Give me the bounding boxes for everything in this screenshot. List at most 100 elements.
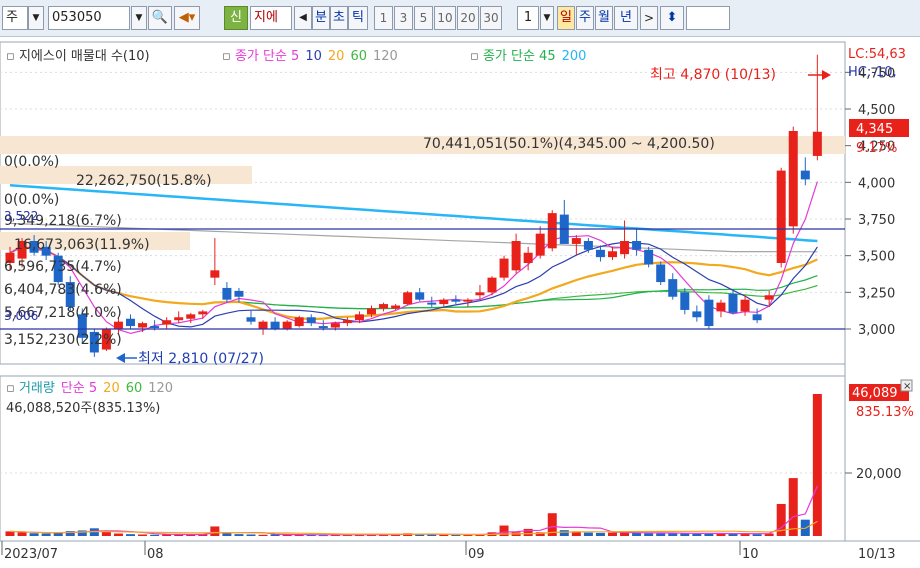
volume-bar [680, 533, 690, 536]
x-label-aug: 08 [147, 547, 164, 562]
period-1[interactable]: 1 [374, 6, 393, 30]
next-icon[interactable]: > [640, 6, 658, 30]
interval-dropdown-icon[interactable]: ▼ [540, 6, 554, 30]
period-30[interactable]: 30 [480, 6, 502, 30]
x-label-sep: 09 [468, 547, 485, 562]
week-button[interactable]: 주 [576, 6, 594, 30]
candle-body [668, 279, 678, 297]
volume-bar [559, 530, 569, 536]
period-20[interactable]: 20 [457, 6, 479, 30]
volume-bar [234, 534, 244, 536]
period-3[interactable]: 3 [394, 6, 413, 30]
period-5[interactable]: 5 [414, 6, 433, 30]
candle-body [511, 241, 521, 271]
price-legend-ma-long: ▫ 종가 단순 45 200 [470, 49, 586, 64]
new-badge[interactable]: 신 [224, 6, 248, 30]
volume-bar [138, 534, 148, 536]
speaker-icon[interactable]: ◀▾ [174, 6, 200, 30]
candle-body [716, 302, 726, 312]
candle-body [800, 170, 810, 180]
day-button[interactable]: 일 [557, 6, 575, 30]
minute-button-label: 분 [315, 10, 327, 25]
second-button-label: 초 [333, 10, 345, 25]
candle-body [330, 323, 340, 328]
x-label-oct: 10 [742, 547, 759, 562]
volume-bar [656, 533, 666, 536]
candle-body [198, 311, 208, 315]
year-button[interactable]: 년 [614, 6, 638, 30]
volume-bar [246, 534, 256, 536]
candle-body [246, 317, 256, 322]
candle-body [186, 314, 196, 319]
last-price: 4,345 [856, 122, 893, 137]
low-annotation: 최저 2,810 (07/27) [138, 351, 264, 367]
period-20-label: 20 [460, 11, 476, 25]
extra-input[interactable] [686, 6, 730, 30]
high-annotation: 최고 4,870 (10/13) [650, 67, 776, 83]
candle-body [740, 299, 750, 312]
left-label-lower: 3,006 [4, 309, 38, 323]
prev-icon[interactable]: ◀ [294, 6, 312, 30]
month-button[interactable]: 월 [595, 6, 613, 30]
candle-body [620, 241, 630, 255]
period-10[interactable]: 10 [434, 6, 456, 30]
volume-bar [222, 533, 232, 536]
volume-bar [812, 394, 822, 536]
code-dropdown-icon[interactable]: ▼ [131, 6, 147, 30]
vp-label-2: 22,262,750(15.8%) [76, 173, 212, 189]
vp-label-0: 70,441,051(50.1%)(4,345.00 ~ 4,200.50) [423, 136, 715, 152]
candle-body [391, 305, 401, 309]
vp-label-5: 16,673,063(11.9%) [14, 237, 150, 253]
stock-chart: ▫ 지에스이 매물대 수(10) ▫ 종가 단순 5 10 20 60 120 ▫ 종가… [0, 41, 920, 562]
stock-code-input[interactable]: 053050 [48, 6, 130, 30]
interval-input[interactable]: 1 [517, 6, 539, 30]
volume-last: 46,089 [852, 386, 898, 401]
candle-body [222, 287, 232, 300]
candle-body [475, 292, 485, 296]
candle-body [354, 314, 364, 321]
week-button-label: 주 [579, 10, 591, 25]
candle-body [632, 241, 642, 250]
candle-body [234, 290, 244, 297]
y-tick-label: 3,500 [858, 250, 895, 265]
candle-body [174, 317, 184, 321]
candle-body [150, 326, 160, 329]
minute-button[interactable]: 분 [312, 6, 330, 30]
vp-label-7: 6,404,783(4.6%) [4, 282, 122, 298]
year-button-label: 년 [620, 10, 632, 25]
second-button[interactable]: 초 [330, 6, 348, 30]
market-select-label: 주 [6, 10, 18, 25]
period-5-label: 5 [419, 11, 428, 25]
y-tick-label: 3,750 [858, 213, 895, 228]
candle-body [499, 258, 509, 278]
market-select[interactable]: 주 [2, 6, 28, 30]
change-percent: 9.17% [856, 141, 897, 156]
price-panel [0, 41, 846, 365]
candle-body [342, 320, 352, 324]
market-dropdown-icon[interactable]: ▼ [28, 6, 44, 30]
stock-name: 지에 [250, 6, 292, 30]
search-icon[interactable]: 🔍 [148, 6, 172, 30]
new-badge-label: 신 [230, 10, 242, 25]
volume-bar [692, 533, 702, 536]
volume-value: 46,088,520주(835.13%) [6, 401, 160, 416]
y-tick-label: 3,250 [858, 286, 895, 301]
price-legend-title: ▫ 지에스이 매물대 수(10) [6, 49, 150, 64]
volume-bar [632, 532, 642, 536]
volume-bar [608, 532, 617, 536]
up-down-arrow-icon[interactable]: ⬍ [660, 6, 684, 30]
volume-close-glyph: × [903, 381, 911, 392]
tick-button[interactable]: 틱 [348, 6, 368, 30]
volume-bar [595, 532, 605, 536]
x-label-jul: 2023/07 [4, 547, 58, 562]
candle-body [113, 321, 123, 329]
candle-body [487, 277, 497, 293]
candle-body [451, 299, 461, 302]
candle-body [595, 249, 605, 258]
candle-body [258, 321, 268, 329]
period-30-label: 30 [483, 11, 499, 25]
month-button-label: 월 [598, 10, 610, 25]
candle-body [535, 233, 545, 256]
volume-legend: ▫ 거래량 단순 5 20 60 120 [6, 381, 173, 396]
volume-bar [439, 534, 449, 536]
